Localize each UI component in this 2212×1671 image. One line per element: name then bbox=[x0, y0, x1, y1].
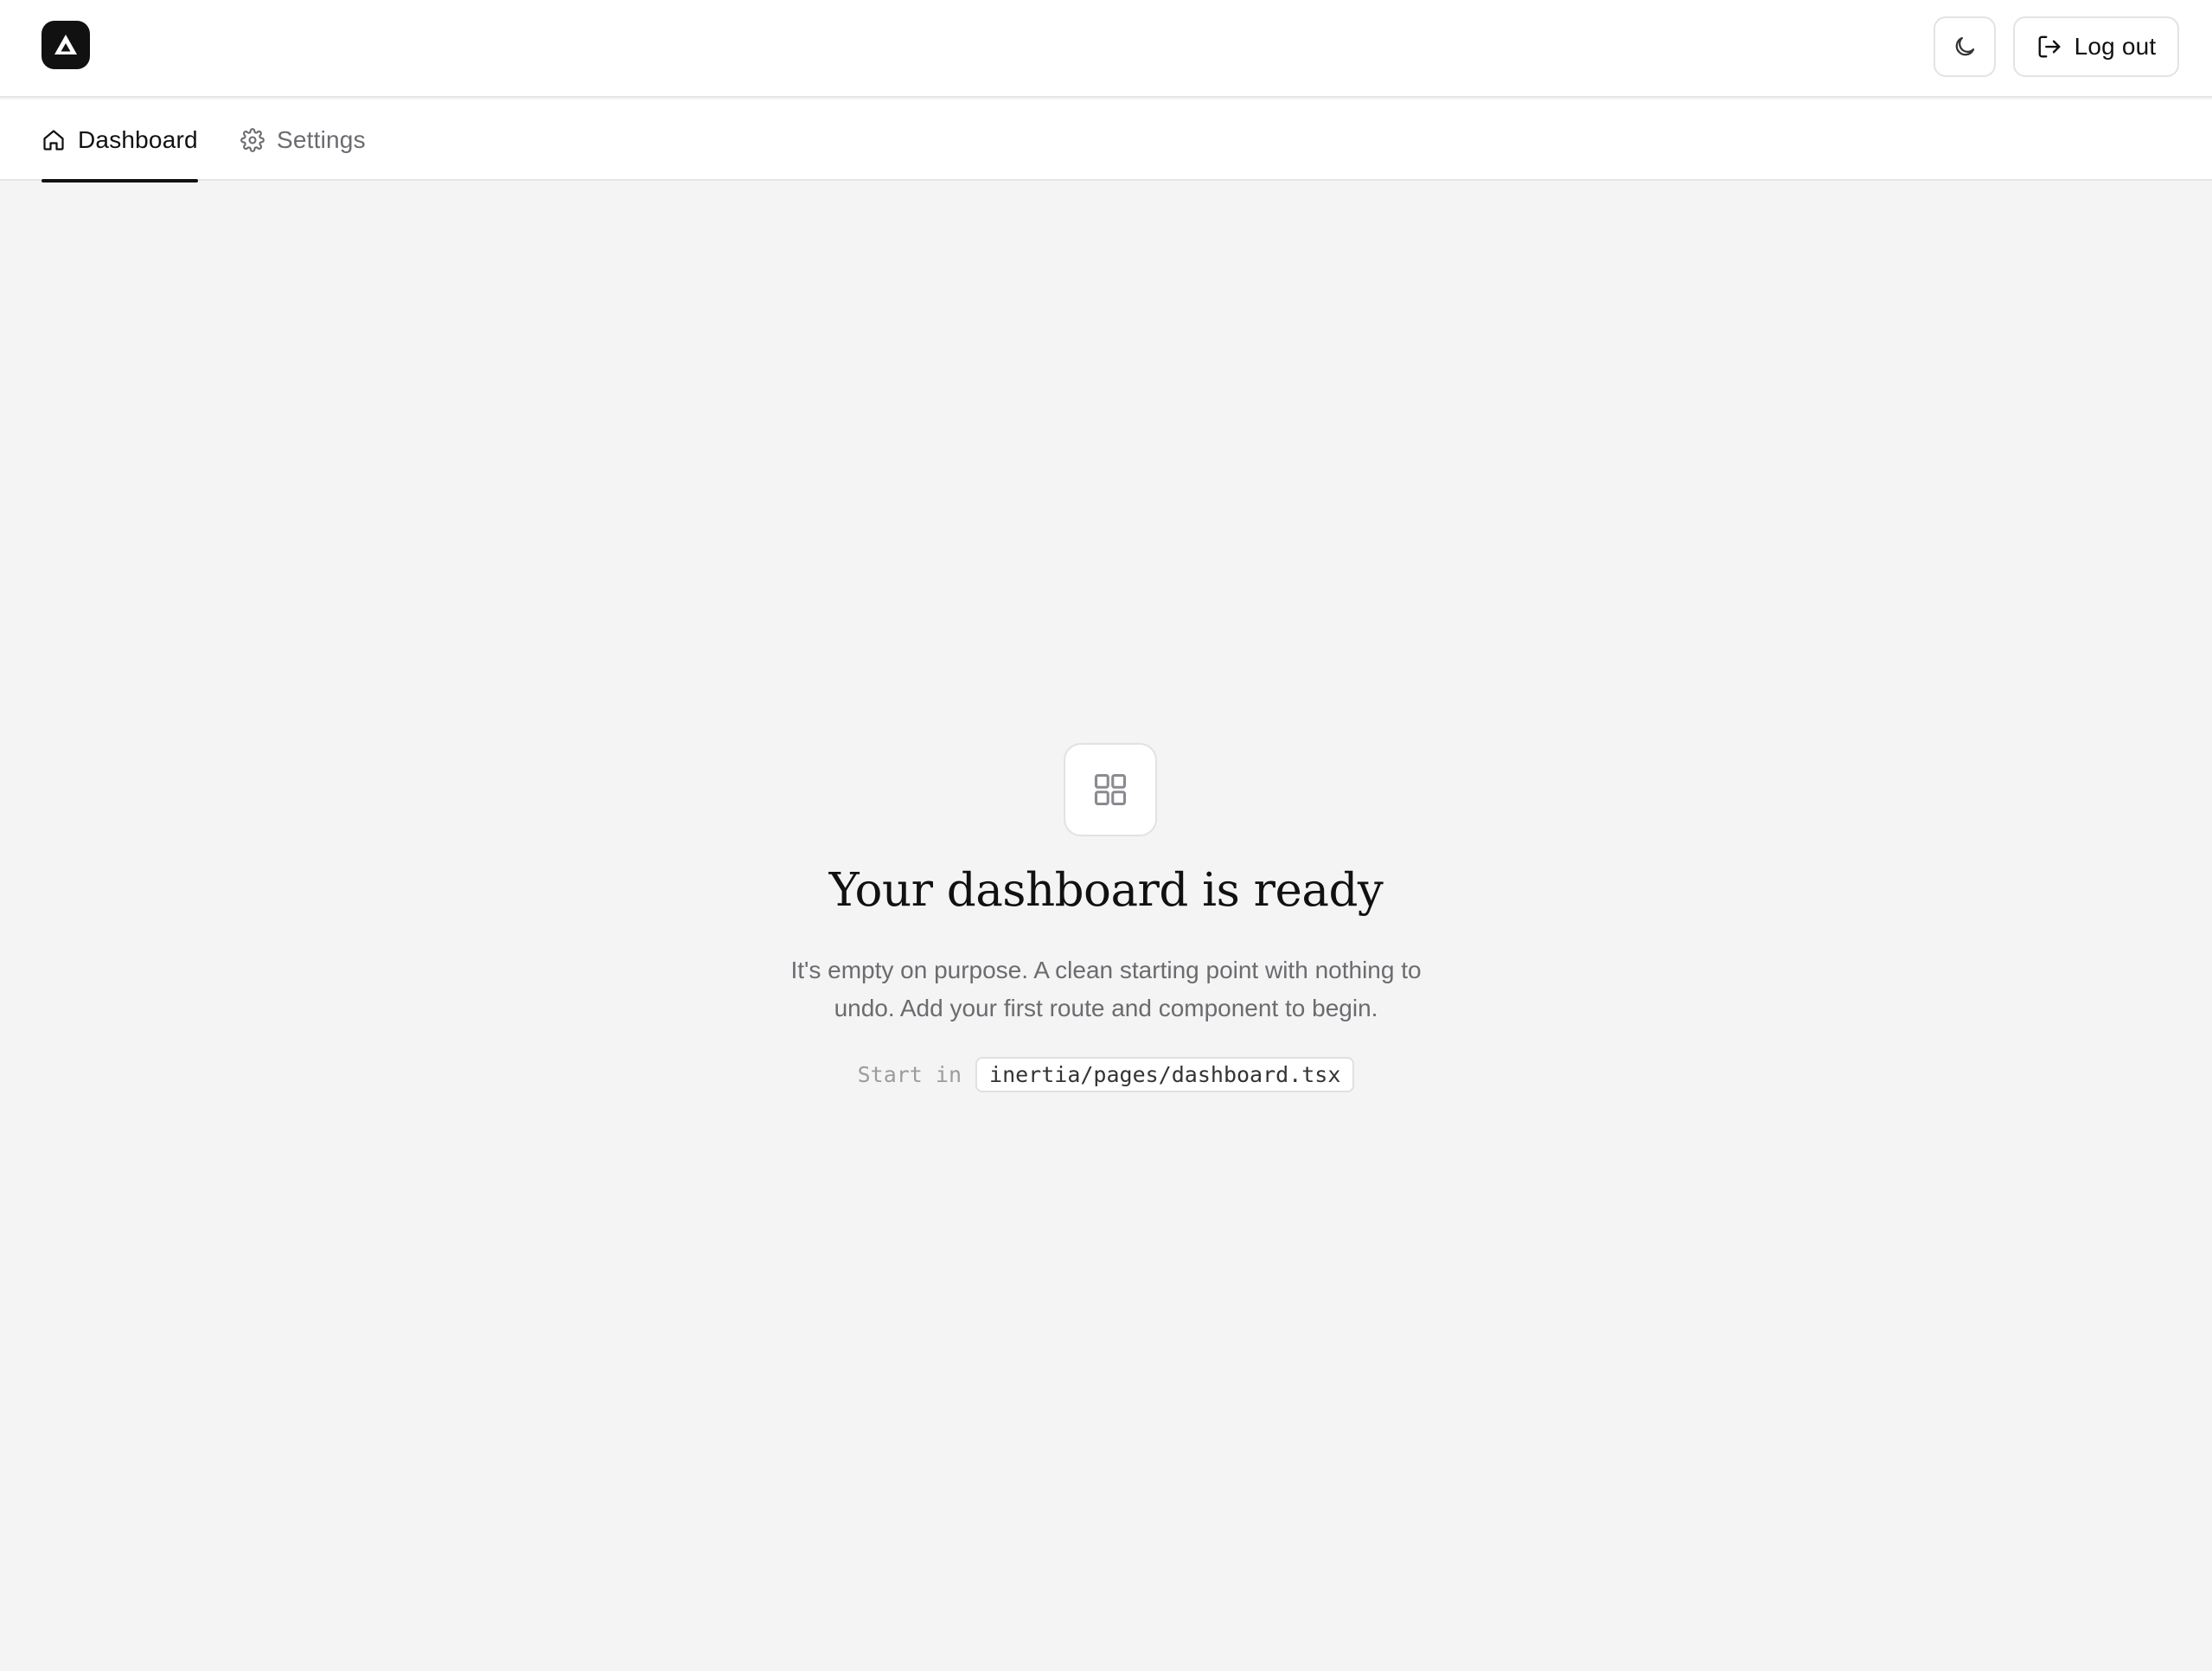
tab-dashboard-label: Dashboard bbox=[78, 126, 198, 153]
start-hint-prefix: Start in bbox=[857, 1062, 962, 1087]
tab-nav: Dashboard Settings bbox=[0, 99, 2212, 182]
logo-glyph bbox=[54, 35, 77, 54]
start-hint-path: inertia/pages/dashboard.tsx bbox=[975, 1057, 1355, 1092]
tab-dashboard[interactable]: Dashboard bbox=[42, 99, 198, 182]
start-hint: Start in inertia/pages/dashboard.tsx bbox=[0, 1057, 2212, 1092]
dashboard-empty-state: Your dashboard is ready It's empty on pu… bbox=[0, 182, 2212, 1671]
logout-label: Log out bbox=[2074, 33, 2157, 60]
empty-state-description: It's empty on purpose. A clean starting … bbox=[790, 957, 1422, 1021]
moon-icon bbox=[1955, 36, 1975, 56]
theme-toggle-button[interactable] bbox=[1934, 16, 1996, 77]
top-header: Log out bbox=[0, 0, 2212, 98]
home-icon bbox=[43, 130, 64, 150]
tab-settings[interactable]: Settings bbox=[240, 99, 366, 181]
tab-settings-label: Settings bbox=[277, 126, 366, 153]
layout-grid-icon bbox=[1094, 773, 1127, 806]
gear-icon bbox=[240, 128, 265, 152]
empty-state-title: Your dashboard is ready bbox=[828, 864, 1384, 917]
app-logo-icon[interactable] bbox=[42, 21, 90, 69]
empty-state-icon-box bbox=[1064, 743, 1157, 836]
logout-button[interactable]: Log out bbox=[2013, 16, 2179, 77]
log-out-icon bbox=[2038, 35, 2061, 58]
